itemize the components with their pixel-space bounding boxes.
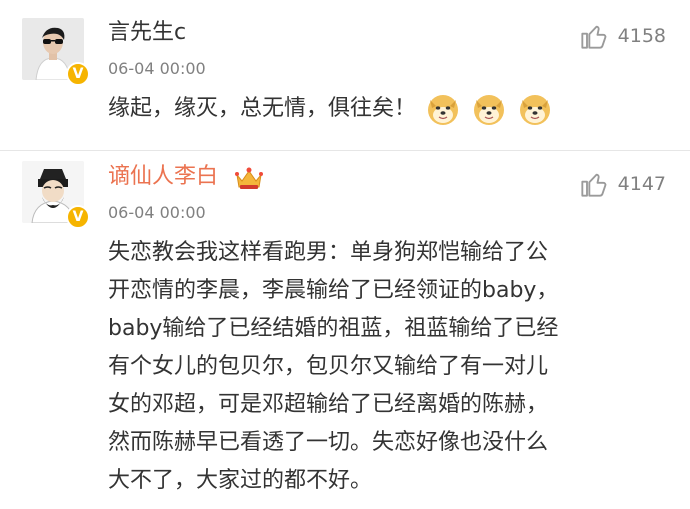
verified-badge-icon: V <box>66 205 90 229</box>
comment-line: baby输给了已经结婚的祖蓝，祖蓝输给了已经 <box>108 316 559 341</box>
comment-item: V 谪仙人李白 06-04 00:00 4147 失恋教会我这样看跑男：单身狗郑… <box>0 151 690 509</box>
timestamp: 06-04 00:00 <box>108 59 206 78</box>
comment-line: 大不了，大家过的都不好。 <box>108 468 373 493</box>
comment-item: V 言先生c 06-04 00:00 4158 缘起，缘灭，总无情，俱往矣！ <box>0 0 690 150</box>
comment-line: 开恋情的李晨，李晨输给了已经领证的baby， <box>108 278 559 303</box>
comment-line: 女的邓超，可是邓超输给了已经离婚的陈赫， <box>108 392 549 417</box>
timestamp: 06-04 00:00 <box>108 203 206 222</box>
comment-line: 失恋教会我这样看跑男：单身狗郑恺输给了公 <box>108 240 549 265</box>
comment-line: 有个女儿的包贝尔，包贝尔又输给了有一对儿 <box>108 354 549 379</box>
like-count: 4147 <box>617 173 666 195</box>
comment-line: 然而陈赫早已看透了一切。失恋好像也没什么 <box>108 430 549 455</box>
like-count: 4158 <box>617 25 666 47</box>
like-button[interactable]: 4158 <box>580 22 666 50</box>
doge-emoji-icon <box>520 95 551 125</box>
username[interactable]: 谪仙人李白 <box>108 163 218 191</box>
comment-body: 缘起，缘灭，总无情，俱往矣！ <box>108 96 417 121</box>
emoji-group <box>426 90 552 128</box>
thumbs-up-icon <box>581 173 606 197</box>
like-button[interactable]: 4147 <box>580 170 666 198</box>
comment-text: 缘起，缘灭，总无情，俱往矣！ <box>108 90 668 128</box>
crown-badge-icon <box>235 167 263 189</box>
username[interactable]: 言先生c <box>108 19 186 47</box>
doge-emoji-icon <box>474 95 505 125</box>
doge-emoji-icon <box>428 95 459 125</box>
thumbs-up-icon <box>581 25 606 49</box>
verified-badge-icon: V <box>66 62 90 86</box>
comment-text: 失恋教会我这样看跑男：单身狗郑恺输给了公 开恋情的李晨，李晨输给了已经领证的ba… <box>108 234 668 500</box>
